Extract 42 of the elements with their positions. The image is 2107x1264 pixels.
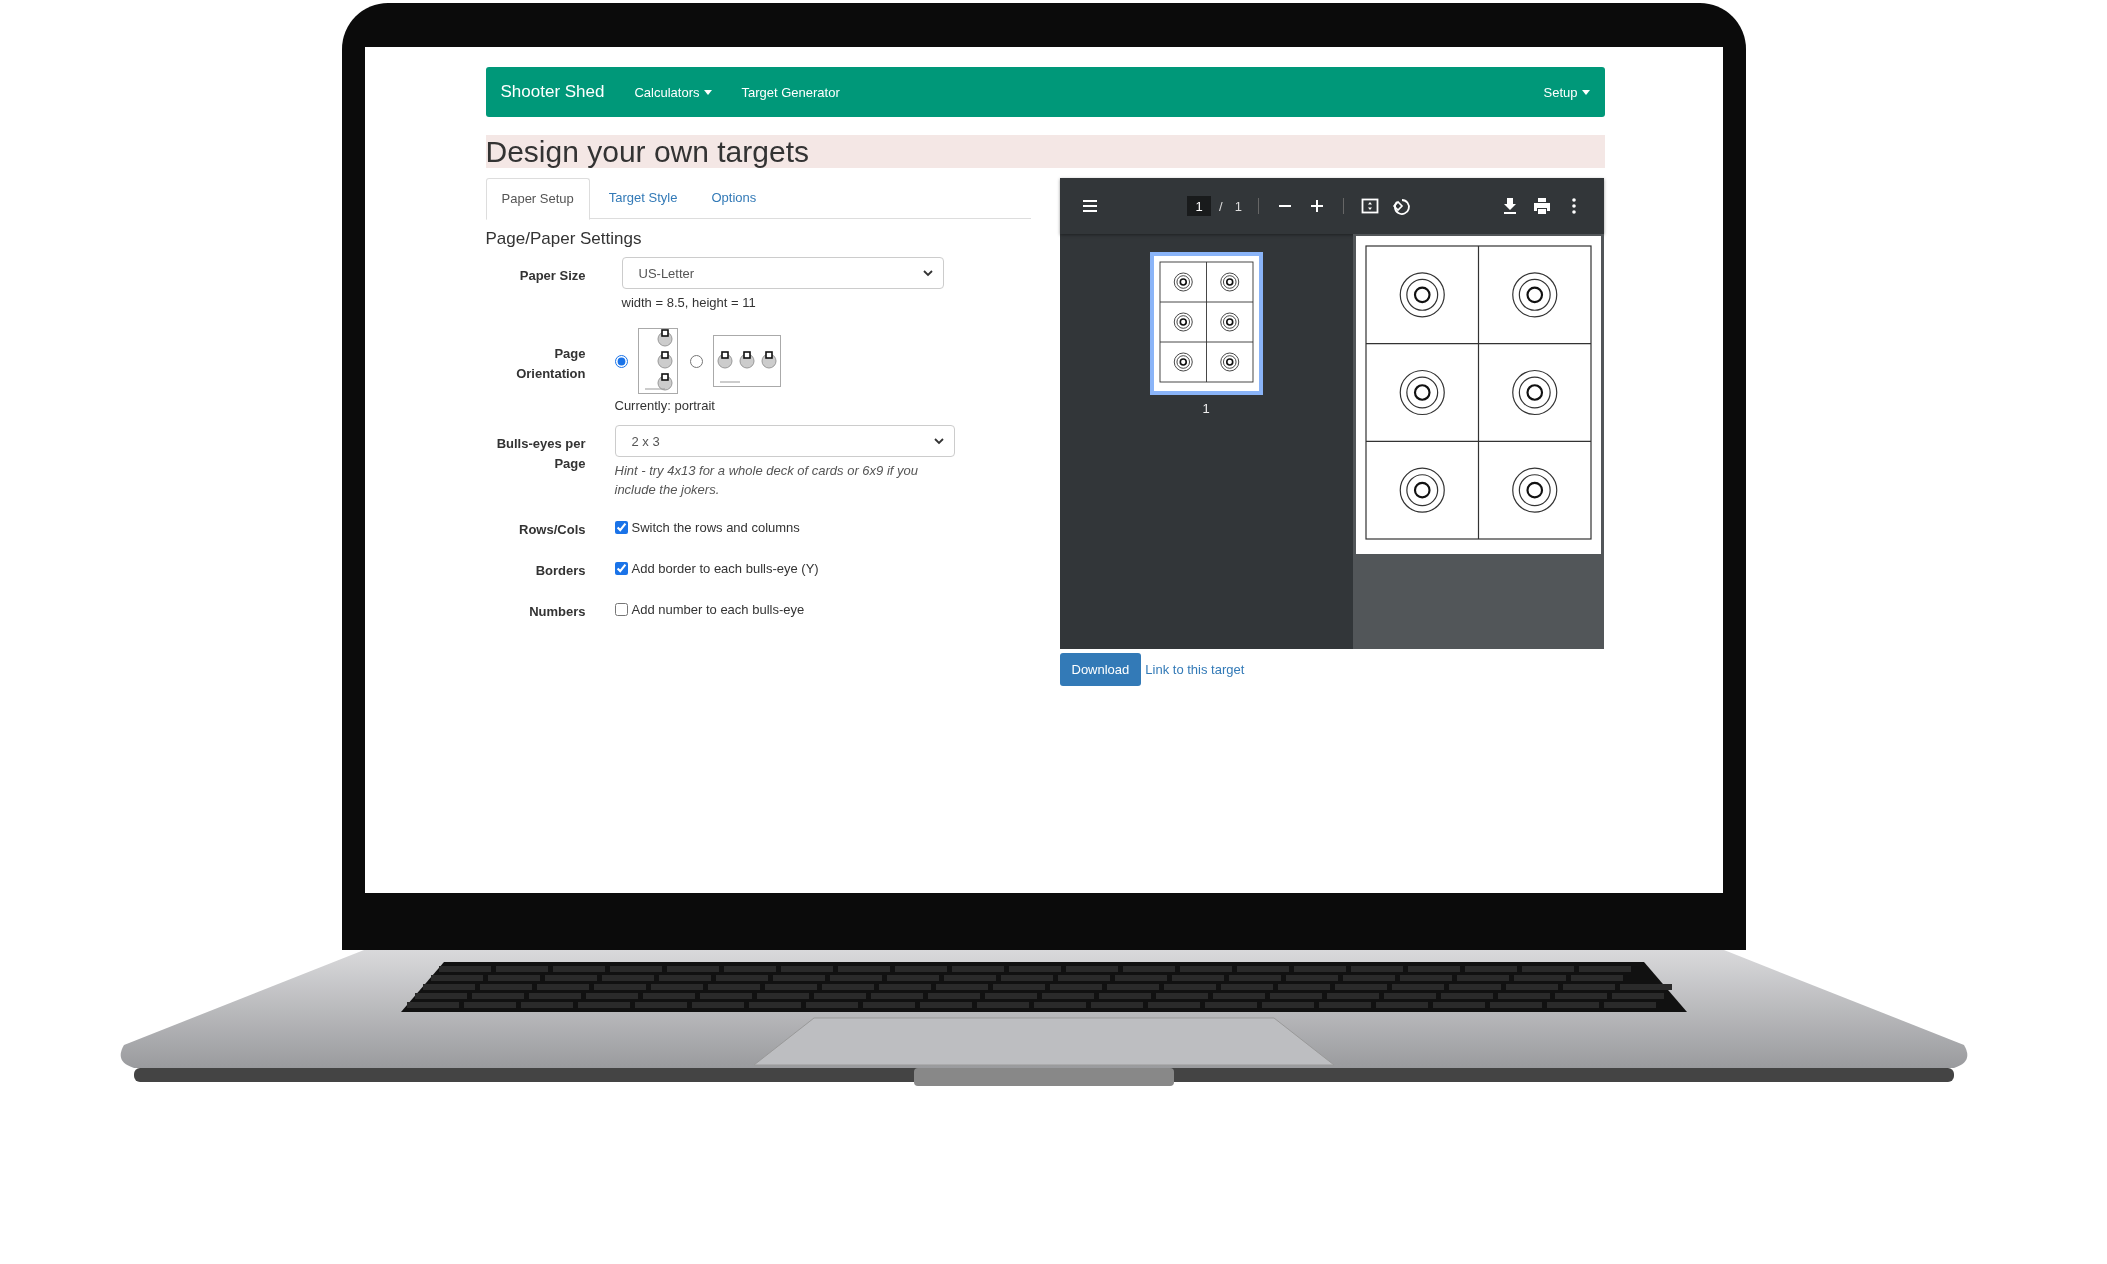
field-label: Page Orientation	[515, 345, 586, 383]
tab[interactable]: Options	[696, 178, 772, 218]
help-text: width = 8.5, height = 11	[621, 295, 757, 310]
download-button[interactable]: Download	[1059, 653, 1142, 686]
tab[interactable]: Target Style	[593, 178, 693, 218]
checkbox-label[interactable]: Switch the rows and columns	[631, 520, 800, 535]
portrait-page-icon	[637, 328, 678, 394]
tab[interactable]: Paper Setup	[485, 178, 590, 220]
checkbox[interactable]	[614, 521, 628, 534]
help-text: Currently: portrait	[614, 398, 716, 413]
hint-text: Hint - try 4x13 for a whole deck of cards or 6x9 if you include the jokers.	[614, 462, 919, 499]
page-heading: Design your own targets	[485, 135, 1605, 168]
rotate-icon[interactable]	[1391, 196, 1412, 216]
checkbox[interactable]	[614, 562, 628, 575]
page-total: 1	[1234, 198, 1242, 214]
page-number-field[interactable]: 1	[1187, 196, 1212, 216]
section-title: Page/Paper Settings	[485, 229, 643, 249]
field-label: Numbers	[528, 603, 586, 621]
nav-link[interactable]: Setup	[1543, 84, 1590, 100]
brand-link[interactable]: Shooter Shed	[500, 82, 605, 102]
landscape-page-icon	[712, 335, 781, 387]
chevron-down-icon	[933, 437, 944, 445]
field-label: Paper Size	[518, 267, 586, 285]
fit-page-icon[interactable]	[1359, 196, 1380, 216]
page-thumbnail[interactable]	[1149, 252, 1263, 395]
checkbox-label[interactable]: Add number to each bulls-eye	[631, 602, 805, 617]
checkbox[interactable]	[614, 603, 628, 616]
field-label: Borders	[534, 562, 586, 580]
field-label: Bulls-eyes per Page	[495, 435, 586, 473]
print-icon[interactable]	[1531, 196, 1552, 216]
chevron-down-icon	[922, 269, 933, 277]
nav-link[interactable]: Target Generator	[741, 84, 840, 100]
radio-button[interactable]	[614, 354, 628, 368]
radio-button[interactable]	[689, 354, 703, 368]
select-field[interactable]: 2 x 3	[614, 425, 955, 457]
select-field[interactable]: US-Letter	[621, 257, 944, 289]
link[interactable]: Link to this target	[1145, 662, 1245, 677]
page-separator: /	[1219, 198, 1223, 214]
nav-link[interactable]: Calculators	[634, 84, 712, 100]
checkbox-label[interactable]: Add border to each bulls-eye (Y)	[631, 561, 819, 576]
thumbnail-label: 1	[1202, 401, 1210, 416]
field-label: Rows/Cols	[518, 521, 586, 539]
